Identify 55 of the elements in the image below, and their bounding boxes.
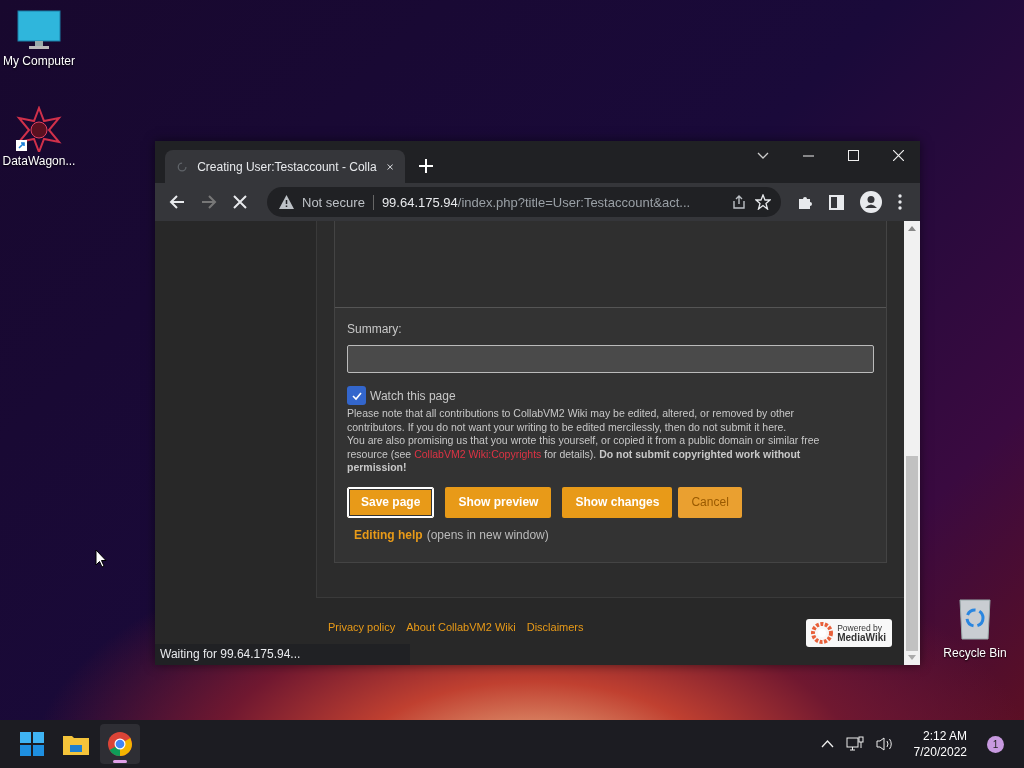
desktop-icon-label[interactable]: Recycle Bin xyxy=(943,646,1007,660)
security-label[interactable]: Not secure xyxy=(302,194,374,210)
editing-help-link[interactable]: Editing help xyxy=(354,527,423,542)
chevron-up-icon[interactable] xyxy=(820,740,834,748)
maximize-icon[interactable] xyxy=(848,150,859,161)
desktop-icon-label[interactable]: My Computer xyxy=(3,54,75,68)
summary-field[interactable] xyxy=(347,345,874,373)
badge-text: MediaWiki xyxy=(837,633,886,643)
speaker-icon[interactable] xyxy=(875,736,894,752)
menu-icon[interactable] xyxy=(898,194,902,210)
summary-label: Summary: xyxy=(347,322,403,336)
checkmark-icon[interactable] xyxy=(350,390,363,401)
profile-icon[interactable] xyxy=(860,191,882,213)
browser-tab[interactable]: Creating User:Testaccount - Colla xyxy=(165,150,405,183)
copyright-notice: You are also promising us that you wrote this yourself, or copied it from a public domain or similar free resource (see CollabVM2 Wiki:Copyrights for details). Do not submit copyrighted work without permission! xyxy=(347,434,821,475)
url-text[interactable]: 99.64.175.94/index.php?title=User:Testaccount&act... xyxy=(381,194,723,210)
scroll-up-icon[interactable] xyxy=(908,226,916,231)
star-icon[interactable] xyxy=(755,194,771,210)
scroll-thumb[interactable] xyxy=(906,456,918,651)
minimize-icon[interactable] xyxy=(803,154,814,157)
browser-logo-icon[interactable] xyxy=(108,732,132,756)
notification-badge[interactable]: 1 xyxy=(987,735,1004,753)
stop-icon[interactable] xyxy=(233,195,247,209)
clock[interactable]: 2:12 AM 7/20/2022 xyxy=(913,728,967,760)
contribution-notice: Please note that all contributions to CollabVM2 Wiki may be edited, altered, or removed by other contributors. If you do not want your writing to be edited mercilessly, then do not submit it here. xyxy=(347,407,796,434)
chevron-down-icon[interactable] xyxy=(757,151,769,160)
network-icon[interactable] xyxy=(845,736,864,752)
footer-link[interactable]: Disclaimers xyxy=(526,621,584,633)
desktop-icon-label[interactable]: DataWagon... xyxy=(2,154,76,168)
sunflower-logo-icon xyxy=(811,622,834,644)
back-arrow-icon[interactable] xyxy=(169,194,185,210)
monitor-icon[interactable] xyxy=(17,10,61,50)
warning-icon[interactable] xyxy=(279,195,294,209)
mouse-cursor-icon xyxy=(95,549,107,568)
windows-logo-icon[interactable] xyxy=(20,732,44,756)
footer-link[interactable]: Privacy policy xyxy=(328,621,396,633)
taskbar-app[interactable] xyxy=(100,724,140,764)
scrollbar[interactable] xyxy=(904,221,920,665)
powered-by-mediawiki-badge[interactable]: Powered by MediaWiki xyxy=(806,619,892,647)
folder-icon[interactable] xyxy=(63,733,89,755)
status-bubble: Waiting for 99.64.175.94... xyxy=(155,644,411,665)
close-icon[interactable] xyxy=(893,150,904,161)
new-tab-icon[interactable] xyxy=(419,159,433,173)
help-note: (opens in new window) xyxy=(426,527,549,542)
star-shortcut-icon[interactable] xyxy=(15,106,63,152)
badge-text: Powered by xyxy=(837,623,883,633)
share-icon[interactable] xyxy=(731,194,747,210)
address-bar[interactable]: Not secure 99.64.175.94/index.php?title=User:Testaccount&act... xyxy=(267,187,781,217)
watch-checkbox[interactable] xyxy=(347,386,366,405)
close-icon[interactable] xyxy=(386,161,393,172)
footer-link[interactable]: About CollabVM2 Wiki xyxy=(406,621,516,633)
puzzle-icon[interactable] xyxy=(797,194,813,210)
watch-label[interactable]: Watch this page xyxy=(370,388,456,403)
recycle-bin-icon[interactable] xyxy=(957,598,993,640)
side-panel-icon[interactable] xyxy=(829,194,844,210)
